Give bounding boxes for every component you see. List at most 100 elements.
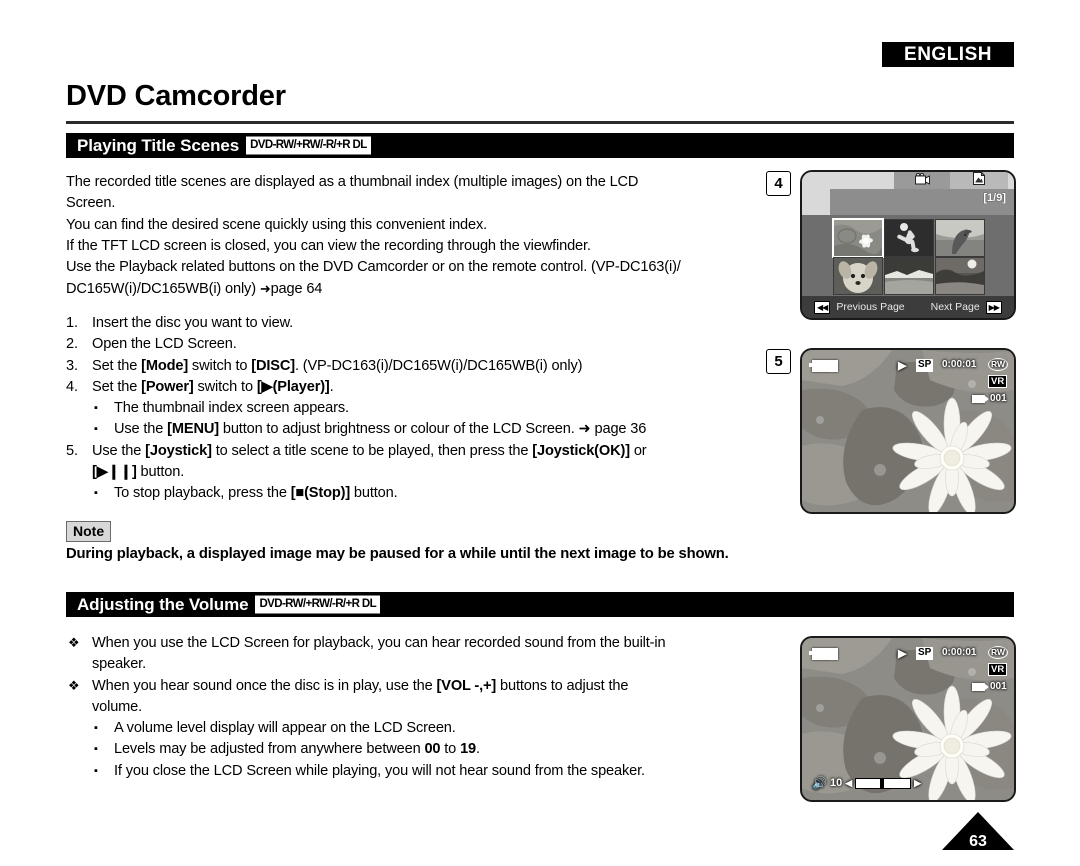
sub-bullet-text: If you close the LCD Screen while playin…	[114, 763, 645, 779]
volume-playback-screen: ▶ SP 0:00:01 RW VR 001 🔊 10 ◀ ▶	[800, 636, 1016, 802]
volume-slider-knob[interactable]	[880, 777, 885, 789]
text-run: or	[629, 442, 647, 459]
emphasis-text: 00	[424, 741, 441, 758]
emphasis-text: [Mode]	[141, 357, 189, 374]
text-run: button.	[350, 485, 398, 502]
procedure-step: 1. Insert the disc you want to view.	[66, 313, 766, 334]
lotus-flower	[892, 397, 1012, 512]
sub-bullet-text: The thumbnail index screen appears.	[114, 400, 349, 416]
text-run: switch to	[193, 378, 257, 395]
sub-bullet: ▪ Use the [MENU] button to adjust brightn…	[92, 419, 766, 440]
text-run: Insert the disc you want to view.	[92, 315, 294, 331]
sub-bullet-text: To stop playback, press the [■(Stop)] bu…	[114, 485, 398, 501]
thumbnail-cell[interactable]	[884, 219, 934, 257]
text-run: . (VP-DC163(i)/DC165W(i)/DC165WB(i) only…	[294, 357, 583, 374]
format-badge: VR	[988, 375, 1008, 388]
emphasis-text: [▶(Player)]	[256, 378, 330, 395]
disc-type-badge: RW	[988, 646, 1009, 659]
text-run: A volume level display will appear on th…	[114, 720, 456, 737]
section-header-adjusting-the-volume: Adjusting the Volume DVD-RW/+RW/-R/+R DL	[66, 592, 1014, 617]
emphasis-text: [Joystick(OK)]	[532, 442, 630, 459]
intro-line-6: DC165W(i)/DC165WB(i) only) ➜page 64	[66, 278, 766, 300]
format-badge: VR	[988, 663, 1008, 676]
text-run: .	[329, 378, 334, 395]
procedure-step: 2. Open the LCD Screen.	[66, 334, 766, 355]
step-number: 5.	[66, 442, 78, 459]
sub-bullet: ▪ If you close the LCD Screen while playi…	[92, 761, 766, 782]
thumbnail-cell[interactable]	[884, 257, 934, 295]
play-status-icon: ▶	[898, 360, 907, 372]
thumbnail-cell[interactable]	[833, 257, 883, 295]
page-indicator: [1/9]	[983, 192, 1006, 204]
record-mode-badge: SP	[916, 647, 934, 660]
text-run: .	[476, 741, 480, 758]
sub-bullet: ▪ The thumbnail index screen appears.	[92, 398, 766, 419]
disc-format-badge: DVD-RW/+RW/-R/+R DL	[255, 595, 381, 614]
photo-tab[interactable]	[950, 172, 1008, 189]
emphasis-text: [Power]	[141, 378, 194, 395]
screen-left-strip	[802, 172, 830, 215]
intro-line-5: Use the Playback related buttons on the …	[66, 259, 681, 276]
language-badge: ENGLISH	[882, 42, 1014, 67]
movie-tab[interactable]	[894, 172, 950, 189]
step-text: Use the [Joystick] to select a title sce…	[92, 443, 647, 459]
speaker-icon: 🔊	[812, 776, 827, 790]
diamond-bullet-icon: ❖	[68, 635, 80, 650]
scene-camera-icon	[972, 395, 989, 403]
thumbnail-cell[interactable]	[935, 219, 985, 257]
text-run: If you close the LCD Screen while playin…	[114, 762, 645, 779]
playback-screen: ▶ SP 0:00:01 RW VR 001	[800, 348, 1016, 514]
step-text: Open the LCD Screen.	[92, 336, 237, 352]
volume-slider[interactable]	[855, 777, 912, 789]
text-run: to	[440, 741, 461, 758]
text-run: Open the LCD Screen.	[92, 336, 237, 353]
page-number: 63	[969, 833, 987, 850]
title-divider	[66, 121, 1014, 124]
text-run: Use the	[92, 442, 146, 459]
note-label: Note	[66, 521, 112, 542]
thumbnail-index-screen: [1/9] ◀◀ Previous Page Next Page ▶▶	[800, 170, 1016, 320]
scene-number: 001	[990, 681, 1007, 692]
thumbnail-cell[interactable]	[935, 257, 985, 295]
diamond-bullet-icon: ❖	[68, 677, 80, 693]
text-run: Set the	[92, 378, 142, 395]
intro-paragraph: The recorded title scenes are displayed …	[66, 172, 766, 301]
text-run: Levels may be adjusted from anywhere bet…	[114, 741, 425, 758]
battery-icon	[809, 360, 838, 372]
text-run: When you hear sound once the disc is in …	[92, 677, 437, 694]
square-bullet-icon: ▪	[94, 423, 98, 436]
volume-bullet-text: When you use the LCD Screen for playback…	[92, 635, 666, 651]
volume-bullet: ❖ When you use the LCD Screen for playbac…	[66, 633, 766, 676]
page-ref: page 64	[270, 281, 323, 298]
intro-line-3: You can find the desired scene quickly u…	[66, 216, 488, 233]
text-run: volume.	[92, 698, 143, 715]
step-text: Insert the disc you want to view.	[92, 315, 293, 331]
volume-up-icon[interactable]: ▶	[914, 778, 921, 789]
volume-level-display: 🔊 10 ◀ ▶	[812, 776, 921, 790]
battery-icon	[809, 648, 838, 660]
volume-level: 10	[829, 777, 843, 789]
procedure-steps: 1. Insert the disc you want to view. 2. Ope…	[66, 313, 766, 505]
text-run: Set the	[92, 357, 142, 374]
procedure-step: 5. Use the [Joystick] to select a title s…	[66, 441, 766, 484]
emphasis-text: [DISC]	[251, 357, 295, 374]
disc-type-badge: RW	[988, 358, 1009, 371]
text-run: When you use the LCD Screen for playback…	[92, 635, 666, 651]
intro-line-4: If the TFT LCD screen is closed, you can…	[66, 237, 591, 254]
text-run: The thumbnail index screen appears.	[114, 400, 349, 417]
sub-bullet-text: Levels may be adjusted from anywhere bet…	[114, 741, 480, 757]
previous-page-icon[interactable]: ◀◀	[814, 300, 831, 314]
thumbnail-cell[interactable]	[832, 218, 884, 258]
volume-down-icon[interactable]: ◀	[845, 778, 852, 789]
photo-icon	[973, 172, 986, 190]
sub-bullet: ▪ Levels may be adjusted from anywhere be…	[92, 739, 766, 760]
sub-bullet-text: A volume level display will appear on th…	[114, 720, 456, 736]
square-bullet-icon: ▪	[94, 487, 98, 500]
scene-number: 001	[990, 393, 1007, 404]
next-page-icon[interactable]: ▶▶	[985, 300, 1002, 314]
text-run: button to adjust brightness or colour of…	[218, 421, 647, 438]
intro-line-6-text: DC165W(i)/DC165WB(i) only)	[66, 281, 260, 298]
timecode: 0:00:01	[942, 647, 977, 658]
section-title: Playing Title Scenes	[77, 135, 240, 155]
page-ref-arrow-icon: ➜	[259, 281, 271, 297]
